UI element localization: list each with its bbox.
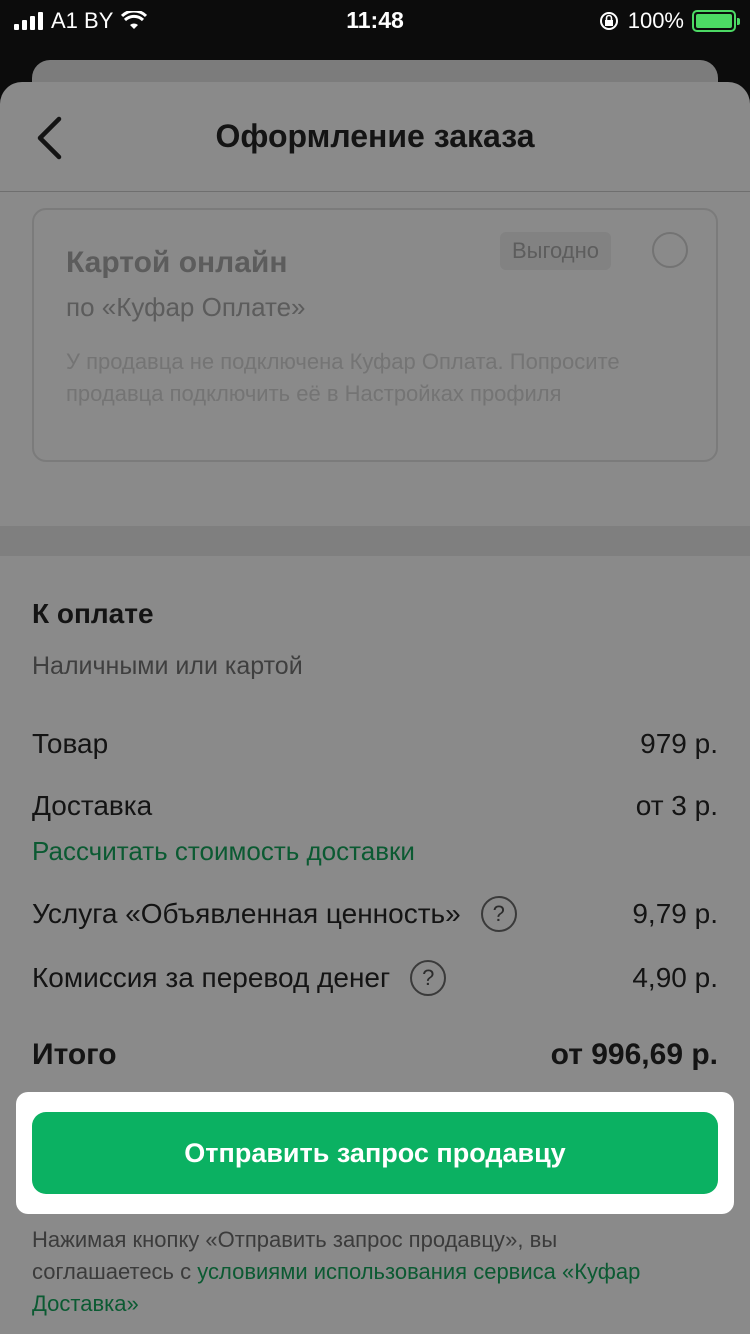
row-value: 4,90 р. (632, 962, 718, 993)
summary-row-commission: Комиссия за перевод денег ? 4,90 р. (32, 958, 718, 998)
payment-option-title: Картой онлайн (66, 246, 288, 279)
status-bar: A1 BY 11:48 100% (0, 0, 750, 44)
summary-row-item: Товар 979 р. (32, 724, 718, 764)
summary-row-delivery: Доставка от 3 р. (32, 786, 718, 826)
summary-subtitle: Наличными или картой (32, 652, 303, 680)
row-label: Услуга «Объявленная ценность» (32, 898, 461, 929)
terms-note: Нажимая кнопку «Отправить запрос продавц… (32, 1224, 672, 1320)
help-icon[interactable]: ? (480, 896, 517, 932)
row-label: Комиссия за перевод денег (32, 962, 391, 993)
status-right: 100% (598, 8, 740, 34)
payment-option-note: У продавца не подключена Куфар Оплата. П… (66, 349, 620, 406)
battery-percent: 100% (627, 8, 684, 33)
row-value: 979 р. (640, 728, 718, 759)
page-title: Оформление заказа (215, 118, 535, 154)
send-request-button[interactable]: Отправить запрос продавцу (32, 1112, 718, 1194)
calculate-delivery-link[interactable]: Рассчитать стоимость доставки (32, 836, 415, 867)
row-value: от 3 р. (635, 790, 718, 821)
benefit-badge: Выгодно (500, 232, 612, 270)
help-icon[interactable]: ? (410, 960, 447, 996)
row-label: Доставка (32, 790, 153, 821)
nav-bar: Оформление заказа (0, 82, 750, 192)
payment-option-card[interactable]: Картой онлайн по «Куфар Оплате» У продав… (32, 208, 718, 462)
row-label-wrap: Услуга «Объявленная ценность» ? (32, 896, 517, 932)
row-label: Товар (32, 728, 109, 759)
payment-option-subtitle: по «Куфар Оплате» (66, 292, 306, 322)
row-label-wrap: Комиссия за перевод денег ? (32, 960, 447, 996)
total-label: Итого (32, 1038, 117, 1071)
summary-row-declared-value: Услуга «Объявленная ценность» ? 9,79 р. (32, 894, 718, 934)
total-value: от 996,69 р. (550, 1038, 718, 1071)
summary-title: К оплате (32, 598, 154, 629)
cta-highlight: Отправить запрос продавцу (16, 1092, 734, 1214)
order-sheet: Оформление заказа Картой онлайн по «Куфа… (0, 82, 750, 1334)
rotation-lock-icon (599, 12, 618, 30)
total-row: Итого от 996,69 р. (32, 1038, 718, 1072)
section-divider (0, 526, 750, 556)
row-value: 9,79 р. (632, 898, 718, 929)
payment-option-radio[interactable] (652, 232, 688, 268)
battery-icon (692, 10, 740, 32)
